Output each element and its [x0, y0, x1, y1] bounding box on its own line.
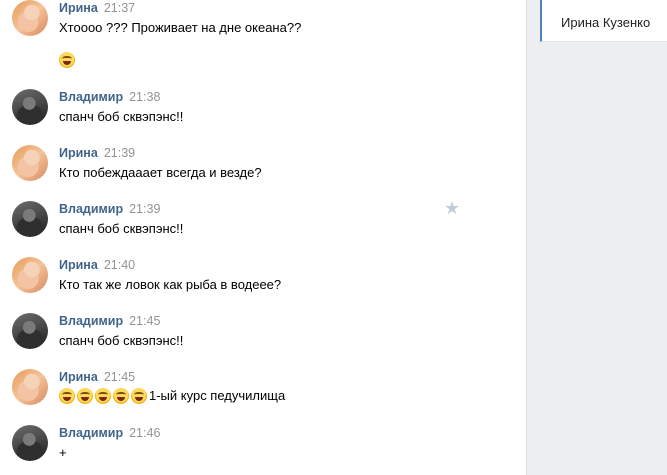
- message-item: Ирина 21:40 Кто так же ловок как рыба в в…: [0, 257, 526, 313]
- message-text: +: [59, 445, 67, 460]
- face-with-tears-of-joy-icon: [59, 387, 75, 404]
- message-item: Владимир 21:45 спанч боб сквэпэнс!!: [0, 313, 526, 369]
- message-item: Владимир 21:38 спанч боб сквэпэнс!!: [0, 89, 526, 145]
- message-item: Ирина 21:37 Хтоооо ??? Проживает на дне о…: [0, 0, 526, 68]
- message-author[interactable]: Владимир: [59, 314, 123, 328]
- face-with-tears-of-joy-icon: [131, 387, 147, 404]
- conversation-side-panel: Ирина Кузенко: [527, 0, 667, 475]
- message-time[interactable]: 21:45: [104, 370, 135, 384]
- avatar[interactable]: [12, 257, 48, 293]
- message-item: Владимир 21:46 +: [0, 425, 526, 475]
- message-text: Кто побеждааает всегда и везде?: [59, 165, 262, 180]
- face-with-tears-of-joy-icon: [77, 387, 93, 404]
- avatar[interactable]: [12, 425, 48, 461]
- message-author[interactable]: Ирина: [59, 370, 98, 384]
- face-with-tears-of-joy-icon: [59, 51, 75, 68]
- message-text: спанч боб сквэпэнс!!: [59, 109, 184, 124]
- face-with-tears-of-joy-icon: [95, 387, 111, 404]
- message-author[interactable]: Ирина: [59, 146, 98, 160]
- avatar[interactable]: [12, 0, 48, 36]
- chat-history: Ирина 21:37 Хтоооо ??? Проживает на дне о…: [0, 0, 526, 475]
- avatar[interactable]: [12, 89, 48, 125]
- conversation-tab[interactable]: Ирина Кузенко: [540, 0, 667, 42]
- message-time[interactable]: 21:39: [129, 202, 160, 216]
- message-time[interactable]: 21:39: [104, 146, 135, 160]
- message-time[interactable]: 21:45: [129, 314, 160, 328]
- avatar[interactable]: [12, 145, 48, 181]
- message-author[interactable]: Владимир: [59, 426, 123, 440]
- message-text: спанч боб сквэпэнс!!: [59, 333, 184, 348]
- conversation-tab-label: Ирина Кузенко: [561, 15, 651, 30]
- message-text: Кто так же ловок как рыба в водеее?: [59, 277, 282, 292]
- message-time[interactable]: 21:40: [104, 258, 135, 272]
- message-text: 1-ый курс педучилища: [149, 388, 286, 404]
- avatar[interactable]: [12, 369, 48, 405]
- message-time[interactable]: 21:37: [104, 1, 135, 15]
- message-item: Ирина 21:45 1-ый курс педучилища: [0, 369, 526, 425]
- message-author[interactable]: Ирина: [59, 258, 98, 272]
- avatar[interactable]: [12, 201, 48, 237]
- message-text: Хтоооо ??? Проживает на дне океана??: [59, 20, 302, 35]
- message-author[interactable]: Владимир: [59, 90, 123, 104]
- message-time[interactable]: 21:38: [129, 90, 160, 104]
- message-author[interactable]: Владимир: [59, 202, 123, 216]
- message-author[interactable]: Ирина: [59, 1, 98, 15]
- message-text: спанч боб сквэпэнс!!: [59, 221, 184, 236]
- message-item: Ирина 21:39 Кто побеждааает всегда и везд…: [0, 145, 526, 201]
- avatar[interactable]: [12, 313, 48, 349]
- message-text-row: 1-ый курс педучилища: [59, 387, 285, 404]
- face-with-tears-of-joy-icon: [113, 387, 129, 404]
- star-icon[interactable]: ★: [444, 198, 460, 219]
- message-time[interactable]: 21:46: [129, 426, 160, 440]
